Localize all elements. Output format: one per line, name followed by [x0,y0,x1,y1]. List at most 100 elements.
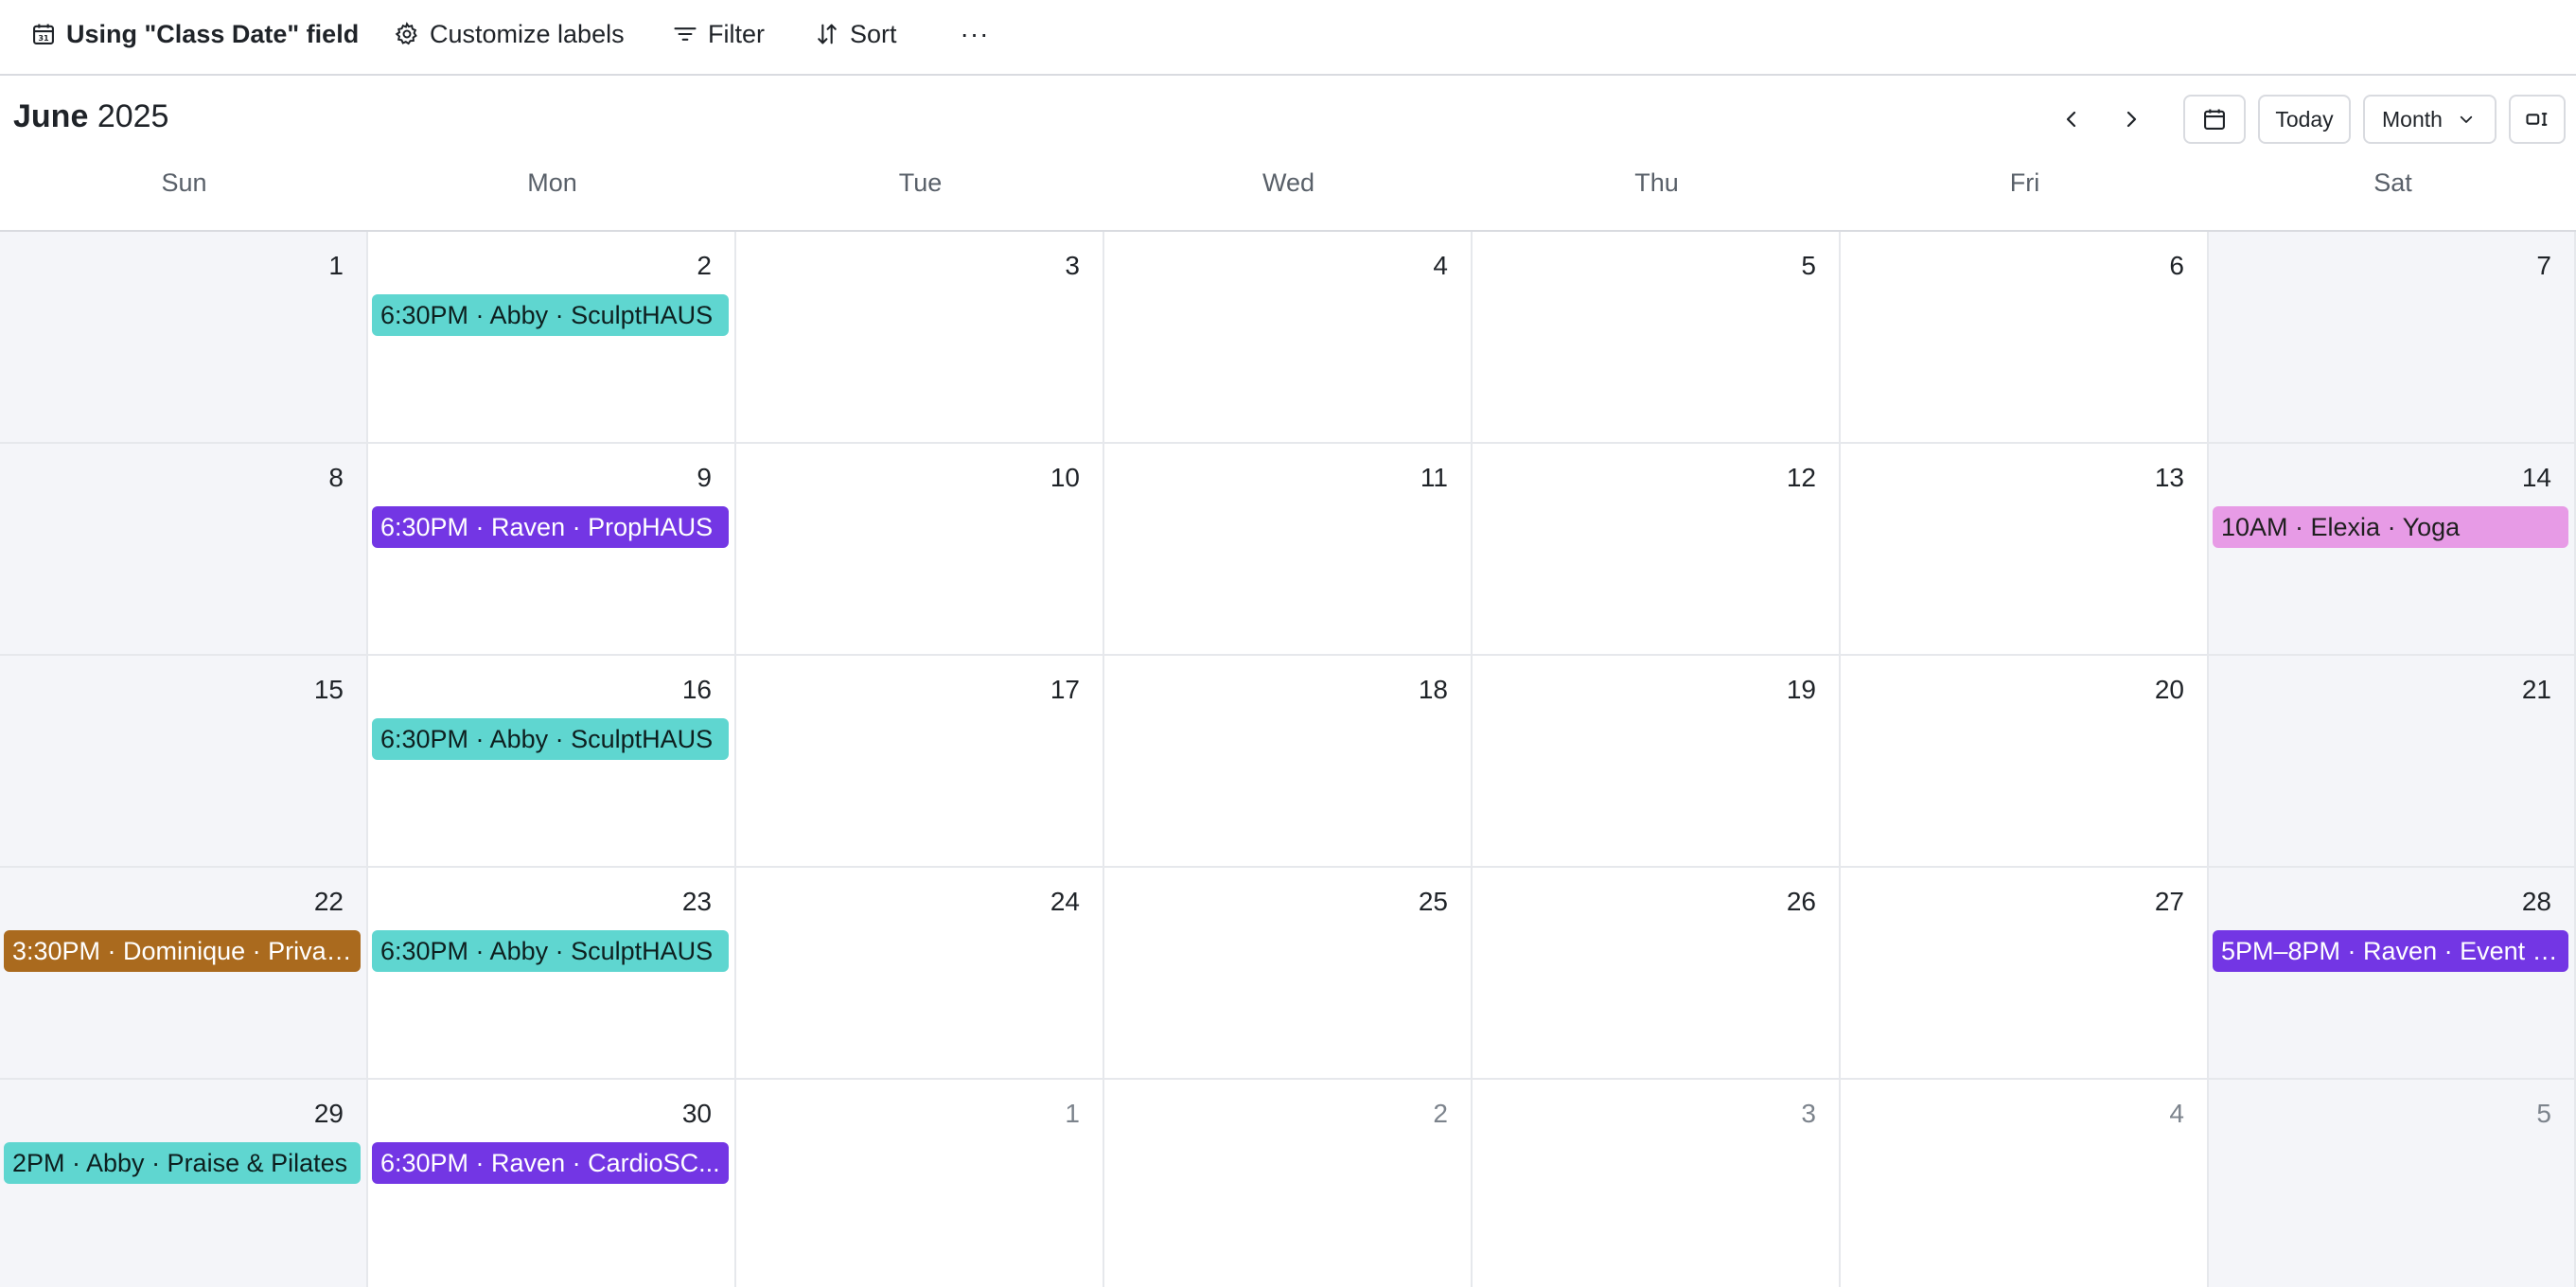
calendar-day-cell[interactable]: 18 [1104,656,1473,868]
calendar-day-cell[interactable]: 5 [2209,1080,2576,1287]
day-number: 30 [681,1099,712,1128]
sort-label: Sort [850,19,897,48]
view-mode-select[interactable]: Month [2363,95,2497,144]
calendar-day-cell[interactable]: 4 [1104,232,1473,444]
sort-button[interactable]: Sort [814,0,897,68]
calendar-day-cell[interactable]: 21 [2209,656,2576,868]
calendar-day-cell[interactable]: 1 [736,1080,1104,1287]
calendar-event[interactable]: 3:30PM · Dominique · Privat... [4,930,361,972]
view-mode-label: Month [2382,106,2443,132]
calendar-day-cell[interactable]: 28 5PM–8PM · Raven · Event w... [2209,868,2576,1080]
calendar-day-cell[interactable]: 27 [1841,868,2209,1080]
date-field-button[interactable]: 31 Using "Class Date" field [30,0,359,68]
day-number: 9 [697,463,712,492]
panel-icon [2526,113,2548,126]
calendar-day-cell[interactable]: 6 [1841,232,2209,444]
gear-icon [395,22,417,45]
calendar-day-cell[interactable]: 11 [1104,444,1473,656]
toolbar: 31 Using "Class Date" field Customize la… [0,0,2576,76]
day-number: 21 [2521,675,2551,704]
calendar-event[interactable]: 6:30PM · Raven · PropHAUS [372,506,729,548]
calendar-day-cell[interactable]: 16 6:30PM · Abby · SculptHAUS [368,656,736,868]
calendar-day-cell[interactable]: 29 2PM · Abby · Praise & Pilates [0,1080,368,1287]
event-label: 3:30PM · Dominique · Privat... [12,936,352,965]
calendar-week-row: 22 3:30PM · Dominique · Privat... 23 6:30PM… [0,868,2576,1080]
day-number: 29 [313,1099,344,1128]
weekday-label: Sun [161,168,207,197]
day-number: 18 [1418,675,1448,704]
date-picker-button[interactable] [2183,95,2246,144]
sidebar-toggle-button[interactable] [2509,95,2566,144]
day-number: 13 [2154,463,2184,492]
today-button[interactable]: Today [2258,95,2351,144]
calendar-day-cell[interactable]: 3 [1473,1080,1841,1287]
next-month-button[interactable] [2112,100,2150,138]
day-number: 16 [681,675,712,704]
day-number: 8 [328,463,344,492]
calendar-day-cell[interactable]: 5 [1473,232,1841,444]
calendar-grid: 1 2 6:30PM · Abby · SculptHAUS 3 4 5 6 7 8 9 6:30P… [0,230,2576,1287]
month-name: June [13,98,89,134]
day-number: 3 [1801,1099,1816,1128]
calendar-day-cell[interactable]: 22 3:30PM · Dominique · Privat... [0,868,368,1080]
event-label: 6:30PM · Abby · SculptHAUS [380,936,714,965]
calendar-day-cell[interactable]: 2 [1104,1080,1473,1287]
calendar-event[interactable]: 5PM–8PM · Raven · Event w... [2213,930,2568,972]
calendar-day-cell[interactable]: 7 [2209,232,2576,444]
calendar-event[interactable]: 10AM · Elexia · Yoga [2213,506,2568,548]
day-number: 11 [1420,463,1448,492]
event-label: 6:30PM · Raven · CardioSC... [380,1148,720,1177]
customize-labels-button[interactable]: Customize labels [394,0,625,68]
calendar-day-cell[interactable]: 3 [736,232,1104,444]
day-number: 5 [1801,251,1816,280]
calendar-day-cell[interactable]: 26 [1473,868,1841,1080]
calendar-day-cell[interactable]: 24 [736,868,1104,1080]
calendar-week-row: 15 16 6:30PM · Abby · SculptHAUS 17 18 19 20 21 [0,656,2576,868]
calendar-day-cell[interactable]: 14 10AM · Elexia · Yoga [2209,444,2576,656]
day-number: 19 [1786,675,1816,704]
more-options-button[interactable]: ··· [956,13,994,55]
day-number: 10 [1050,463,1080,492]
calendar-day-cell[interactable]: 9 6:30PM · Raven · PropHAUS [368,444,736,656]
day-number: 1 [1065,1099,1080,1128]
filter-icon [674,27,697,41]
calendar-week-row: 8 9 6:30PM · Raven · PropHAUS 10 11 12 13 14 10A… [0,444,2576,656]
calendar-event[interactable]: 6:30PM · Raven · CardioSC... [372,1142,729,1184]
calendar-day-cell[interactable]: 15 [0,656,368,868]
weekday-label: Tue [898,168,943,197]
day-number: 27 [2154,887,2184,916]
weekday-label: Wed [1262,168,1315,197]
calendar-day-cell[interactable]: 19 [1473,656,1841,868]
filter-label: Filter [708,19,765,48]
day-number: 2 [1433,1099,1448,1128]
calendar-event[interactable]: 2PM · Abby · Praise & Pilates [4,1142,361,1184]
event-label: 5PM–8PM · Raven · Event w... [2221,936,2560,965]
calendar-day-cell[interactable]: 23 6:30PM · Abby · SculptHAUS [368,868,736,1080]
calendar-event[interactable]: 6:30PM · Abby · SculptHAUS [372,718,729,760]
weekday-label: Sat [2373,168,2412,197]
calendar-day-cell[interactable]: 10 [736,444,1104,656]
calendar-day-cell[interactable]: 4 [1841,1080,2209,1287]
sort-icon [818,24,837,44]
calendar-event[interactable]: 6:30PM · Abby · SculptHAUS [372,930,729,972]
calendar-day-cell[interactable]: 12 [1473,444,1841,656]
day-number: 4 [2169,1099,2184,1128]
previous-month-button[interactable] [2053,100,2091,138]
filter-button[interactable]: Filter [672,0,765,68]
calendar-day-cell[interactable]: 20 [1841,656,2209,868]
calendar-day-cell[interactable]: 2 6:30PM · Abby · SculptHAUS [368,232,736,444]
calendar-day-cell[interactable]: 8 [0,444,368,656]
event-label: 10AM · Elexia · Yoga [2221,512,2461,541]
calendar-day-cell[interactable]: 25 [1104,868,1473,1080]
day-number: 24 [1050,887,1080,916]
calendar-icon [2204,109,2225,130]
day-number: 26 [1786,887,1816,916]
calendar-event[interactable]: 6:30PM · Abby · SculptHAUS [372,294,729,336]
calendar-day-cell[interactable]: 1 [0,232,368,444]
chevron-down-icon [2460,115,2473,123]
calendar-day-cell[interactable]: 13 [1841,444,2209,656]
calendar-day-cell[interactable]: 30 6:30PM · Raven · CardioSC... [368,1080,736,1287]
event-label: 6:30PM · Abby · SculptHAUS [380,724,714,753]
calendar-week-row: 29 2PM · Abby · Praise & Pilates 30 6:30PM … [0,1080,2576,1287]
calendar-day-cell[interactable]: 17 [736,656,1104,868]
